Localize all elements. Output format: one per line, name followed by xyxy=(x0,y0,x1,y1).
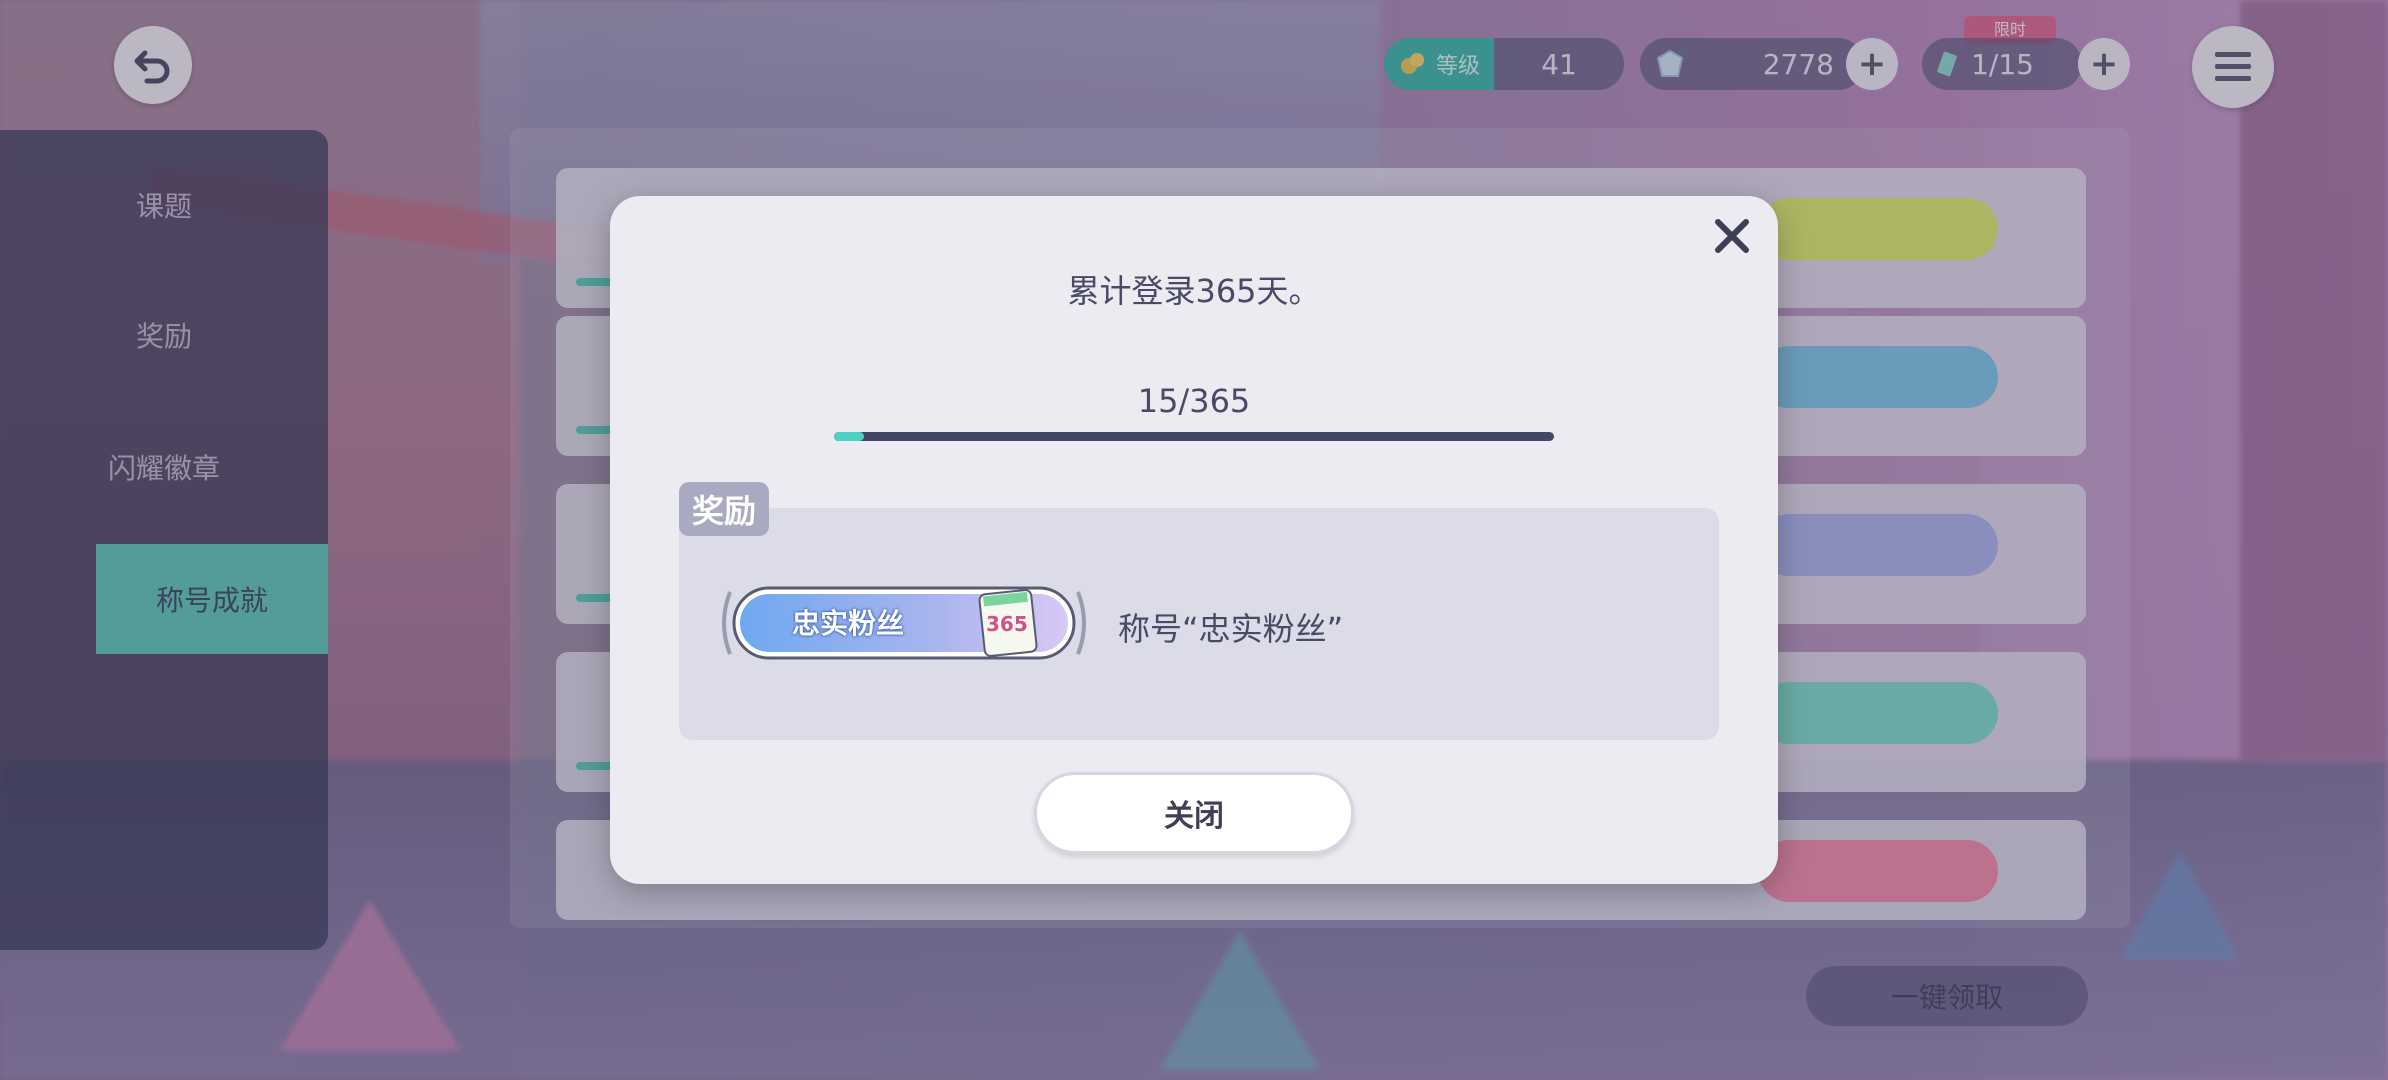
close-button[interactable]: 关闭 xyxy=(1034,772,1354,854)
dialog-title: 累计登录365天。 xyxy=(1067,272,1321,310)
close-icon xyxy=(1715,219,1749,253)
reward-tag: 奖励 xyxy=(679,482,769,536)
close-dialog-button[interactable] xyxy=(1702,206,1762,266)
badge-number: 365 xyxy=(986,612,1028,636)
progress-bar xyxy=(834,432,1554,441)
title-badge-image: 忠实粉丝 365 xyxy=(716,582,1092,664)
reward-name: 称号“忠实粉丝” xyxy=(1118,610,1344,648)
badge-text: 忠实粉丝 xyxy=(792,607,905,640)
progress-text: 15/365 xyxy=(1137,382,1251,420)
progress-bar-fill xyxy=(834,432,864,441)
